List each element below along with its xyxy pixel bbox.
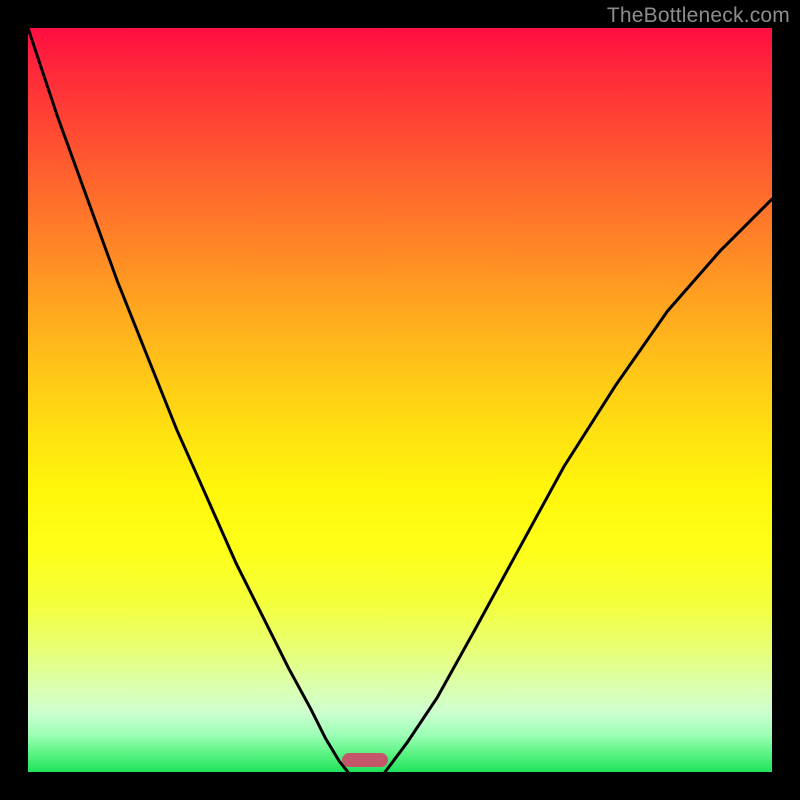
optimal-marker — [342, 753, 388, 767]
left-curve-path — [28, 28, 348, 772]
bottleneck-curves — [28, 28, 772, 772]
watermark-text: TheBottleneck.com — [607, 4, 790, 28]
plot-area — [28, 28, 772, 772]
chart-frame: TheBottleneck.com — [0, 0, 800, 800]
right-curve-path — [385, 199, 772, 772]
